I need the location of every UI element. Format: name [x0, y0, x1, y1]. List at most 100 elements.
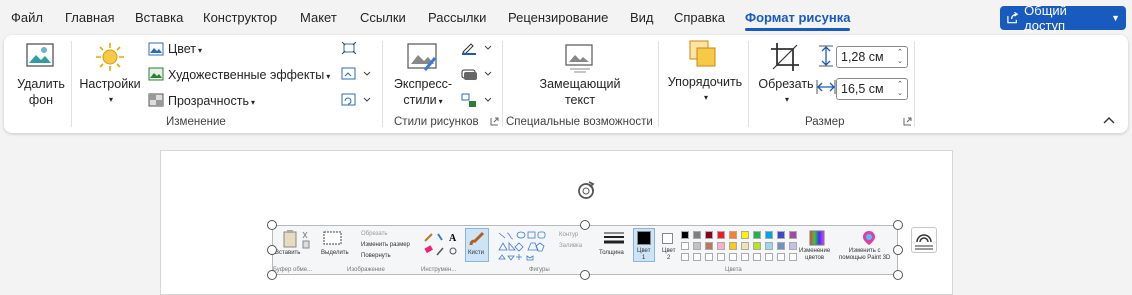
arrange-icon[interactable]: [688, 39, 718, 71]
share-button[interactable]: Общий доступ ▼: [1000, 3, 1126, 33]
sun-icon[interactable]: [95, 42, 125, 72]
quick-styles-button[interactable]: Экспресс- стили ▾: [389, 76, 457, 110]
palette-swatch: [693, 242, 701, 250]
transparency-button[interactable]: Прозрачность ▾: [168, 93, 255, 111]
paint-rotate-label: Повернуть: [361, 253, 391, 259]
palette-swatch: [789, 242, 797, 250]
crop-label: Обрезать: [758, 77, 814, 91]
rotate-handle-icon[interactable]: [575, 180, 597, 202]
tab-view[interactable]: Вид: [630, 10, 654, 25]
edit-colors-icon: [809, 230, 825, 246]
width-icon: [816, 80, 836, 94]
picture-layout-icon[interactable]: [460, 93, 492, 109]
resize-handle-left[interactable]: [267, 245, 277, 255]
paint-tools-group: Инструмен...: [421, 267, 457, 273]
picture-border-icon[interactable]: [460, 41, 492, 55]
tab-help[interactable]: Справка: [674, 10, 725, 25]
palette-swatch: [741, 242, 749, 250]
palette-swatch: [765, 242, 773, 250]
tab-layout[interactable]: Макет: [300, 10, 337, 25]
compress-pictures-icon[interactable]: [341, 41, 357, 55]
resize-handle-top[interactable]: [580, 220, 590, 230]
express-label-1: Экспресс-: [393, 77, 453, 91]
layout-options-icon: [915, 234, 933, 250]
resize-handle-top-right[interactable]: [893, 220, 903, 230]
tab-mailings[interactable]: Рассылки: [428, 10, 486, 25]
shapes-icon: [498, 231, 546, 261]
palette-empty-swatch: [741, 253, 749, 261]
palette-empty-swatch: [705, 253, 713, 261]
palette-empty-swatch: [777, 253, 785, 261]
picture-effects-icon[interactable]: [460, 67, 492, 81]
paint-crop-label: Обрезать: [361, 231, 388, 237]
height-icon: [819, 45, 833, 67]
paste-icon: [283, 230, 310, 249]
alt-text-button[interactable]: Замещающий текст: [534, 76, 626, 108]
spinner-arrows-icon[interactable]: ⌃ ⌄: [897, 48, 903, 66]
paint-resize-label: Изменить размер: [361, 242, 410, 248]
chevron-down-icon: ▾: [198, 46, 203, 55]
chevron-down-icon: ▾: [784, 95, 789, 104]
palette-empty-swatch: [765, 253, 773, 261]
palette-swatch: [777, 231, 785, 239]
artistic-effects-button[interactable]: Художественные эффекты ▾: [168, 67, 330, 85]
tab-file[interactable]: Файл: [11, 10, 43, 25]
palette-swatch: [681, 231, 689, 239]
paint-clipboard-group: Буфер обме...: [273, 267, 313, 273]
spinner-arrows-icon[interactable]: ⌃ ⌄: [897, 80, 903, 98]
crop-icon[interactable]: [770, 42, 800, 72]
paint-colors-group: Цвета: [725, 267, 742, 273]
resize-handle-right[interactable]: [893, 245, 903, 255]
paint-thickness-label: Толщина: [599, 250, 624, 256]
palette-swatch: [705, 231, 713, 239]
tab-picture-format[interactable]: Формат рисунка: [745, 10, 851, 31]
palette-swatch: [741, 231, 749, 239]
tab-design[interactable]: Конструктор: [203, 10, 277, 25]
tab-review[interactable]: Рецензирование: [508, 10, 608, 25]
palette-empty-swatch: [789, 253, 797, 261]
resize-handle-top-left[interactable]: [267, 220, 277, 230]
group-label-size: Размер: [805, 116, 845, 128]
paint-brushes-label: Кисти: [468, 250, 484, 256]
tab-insert[interactable]: Вставка: [135, 10, 183, 25]
remove-background-button[interactable]: Удалить фон: [12, 76, 70, 108]
tab-references[interactable]: Ссылки: [360, 10, 406, 25]
resize-handle-bottom-right[interactable]: [893, 270, 903, 280]
reset-picture-icon[interactable]: [341, 93, 371, 107]
dialog-launcher-icon[interactable]: [490, 117, 499, 126]
collapse-ribbon-icon[interactable]: [1103, 116, 1115, 124]
change-picture-icon[interactable]: [341, 67, 371, 81]
paint3d-icon: [863, 231, 875, 245]
express-label-2: стили: [403, 93, 437, 107]
crop-button[interactable]: Обрезать ▾: [754, 76, 818, 108]
corrections-button[interactable]: Настройки ▾: [76, 76, 144, 108]
selected-picture[interactable]: Вставить Буфер обме... Выделить Обрезать…: [272, 225, 898, 275]
quick-styles-icon[interactable]: [407, 43, 439, 73]
tab-home[interactable]: Главная: [65, 10, 114, 25]
height-field[interactable]: 1,28 см ⌃ ⌄: [836, 46, 908, 68]
share-label: Общий доступ: [1024, 3, 1067, 33]
remove-bg-label-1: Удалить: [17, 77, 65, 91]
menu-bar: Файл Главная Вставка Конструктор Макет С…: [0, 0, 1132, 34]
chevron-down-icon: ▾: [438, 97, 443, 106]
svg-text:A: A: [449, 233, 457, 244]
remove-background-icon[interactable]: [26, 43, 56, 69]
resize-handle-bottom[interactable]: [580, 270, 590, 280]
paint-image-group: Изображение: [347, 267, 385, 273]
group-label-change: Изменение: [166, 116, 226, 128]
paint-fill-label: Заливка: [559, 243, 583, 249]
color-button[interactable]: Цвет ▾: [168, 41, 202, 59]
dialog-launcher-icon[interactable]: [903, 117, 912, 126]
palette-empty-swatch: [681, 253, 689, 261]
color1-swatch: [637, 231, 651, 245]
resize-handle-bottom-left[interactable]: [267, 270, 277, 280]
palette-swatch: [717, 242, 725, 250]
paint-paste-label: Вставить: [275, 250, 301, 256]
layout-options-button[interactable]: [911, 227, 937, 253]
paint-select-label: Выделить: [321, 250, 349, 256]
palette-swatch: [777, 242, 785, 250]
arrange-button[interactable]: Упорядочить ▾: [664, 74, 746, 106]
width-field[interactable]: 16,5 см ⌃ ⌄: [836, 78, 908, 100]
alt-text-icon[interactable]: [564, 43, 596, 73]
palette-swatch: [729, 242, 737, 250]
